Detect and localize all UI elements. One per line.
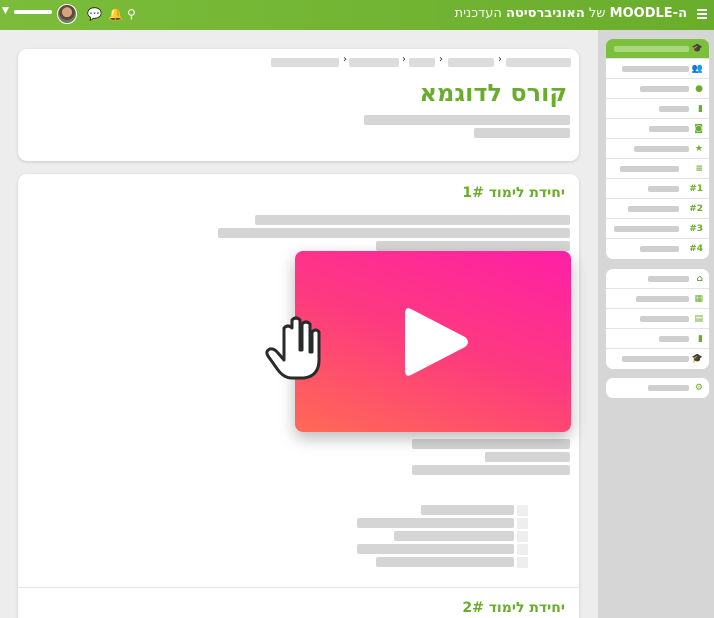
section-3-icon: #3 [689, 224, 703, 234]
breadcrumb-separator-icon: › [402, 54, 406, 65]
calendar-icon: ▤ [694, 314, 703, 324]
file-icon: ▮ [698, 104, 703, 114]
breadcrumb-item[interactable] [271, 58, 339, 67]
brand-bold: ה-MOODLE [609, 6, 687, 21]
sidebar-item-grades[interactable]: ★ [606, 139, 709, 159]
brand-univ: האוניברסיטה [506, 6, 585, 21]
sidebar-item-settings[interactable]: ⚙ [606, 378, 709, 398]
course-header-card: › › › › קורס לדוגמא [18, 49, 579, 161]
chat-icon[interactable]: 💬 [87, 7, 102, 21]
sidebar-admin-group: ⚙ [606, 378, 709, 398]
activity-item[interactable] [357, 544, 514, 554]
sidebar-course-group: 🎓 👥 ● ▮ ◙ ★ ≡ #1 #2 #3 #4 [606, 39, 709, 259]
sidebar-item-section-2[interactable]: #2 [606, 199, 709, 219]
completion-checkbox[interactable] [517, 557, 528, 568]
activity-item[interactable] [376, 557, 514, 567]
file-icon: ▮ [698, 334, 703, 344]
breadcrumb-separator-icon: › [498, 54, 502, 65]
breadcrumb-separator-icon: › [343, 54, 347, 65]
avatar[interactable] [57, 4, 77, 24]
sidebar-item-badges[interactable]: ● [606, 79, 709, 99]
breadcrumb-item[interactable] [448, 58, 494, 67]
graduation-cap-icon: 🎓 [691, 354, 703, 364]
breadcrumb-item[interactable] [349, 58, 399, 67]
activity-item[interactable] [421, 505, 514, 515]
section-4-icon: #4 [689, 244, 703, 254]
unit-text-line [255, 215, 570, 225]
badge-icon: ● [695, 84, 703, 94]
users-icon: 👥 [691, 64, 703, 74]
sidebar-item-general[interactable]: ≡ [606, 159, 709, 179]
breadcrumb: › › › › [18, 54, 579, 67]
brand-of: של [588, 6, 606, 21]
bell-icon[interactable]: 🔔 [108, 7, 123, 21]
sidebar-item-participants[interactable]: 👥 [606, 59, 709, 79]
unit-text-line [376, 241, 570, 251]
dashboard-icon: ▦ [694, 294, 703, 304]
sidebar-item-section-3[interactable]: #3 [606, 219, 709, 239]
sidebar-item-my-courses[interactable]: 🎓 [606, 349, 709, 369]
sidebar-item-course[interactable]: 🎓 [606, 39, 709, 59]
sidebar-site-group: ⌂ ▦ ▤ ▮ 🎓 [606, 269, 709, 369]
sidebar-item-calendar[interactable]: ▤ [606, 309, 709, 329]
unit-2-title[interactable]: יחידת לימוד 2# [462, 600, 565, 616]
course-summary-line [474, 128, 570, 138]
home-icon: ⌂ [696, 274, 703, 284]
completion-checkbox[interactable] [517, 544, 528, 555]
sidebar-item-dashboard[interactable]: ▦ [606, 289, 709, 309]
top-navbar: ה-MOODLE של האוניברסיטה העדכנית ▼ 💬 🔔 ⚲ [0, 0, 714, 30]
video-player[interactable] [295, 251, 571, 432]
chevron-down-icon[interactable]: ▼ [2, 6, 9, 16]
page-title: קורס לדוגמא [419, 79, 567, 107]
completion-checkbox[interactable] [517, 518, 528, 529]
unit-1-title[interactable]: יחידת לימוד 1# [462, 185, 565, 201]
activity-item[interactable] [394, 531, 514, 541]
completion-checkbox[interactable] [517, 531, 528, 542]
unit-text-line [412, 439, 570, 449]
hamburger-icon[interactable] [697, 9, 707, 19]
sidebar-item-forum[interactable]: ◙ [606, 119, 709, 139]
sidebar: 🎓 👥 ● ▮ ◙ ★ ≡ #1 #2 #3 #4 ⌂ ▦ ▤ ▮ 🎓 ⚙ [598, 30, 714, 618]
breadcrumb-item[interactable] [506, 58, 571, 67]
unit-text-line [485, 452, 570, 462]
activity-item[interactable] [357, 518, 514, 528]
gear-icon: ⚙ [694, 383, 703, 393]
sidebar-item-section-4[interactable]: #4 [606, 239, 709, 259]
list-icon: ≡ [695, 164, 703, 174]
section-1-icon: #1 [689, 184, 703, 194]
sidebar-item-home[interactable]: ⌂ [606, 269, 709, 289]
breadcrumb-separator-icon: › [439, 54, 443, 65]
brand-rest: העדכנית [454, 6, 502, 21]
course-summary-line [364, 115, 570, 125]
breadcrumb-item[interactable] [409, 58, 435, 67]
search-icon[interactable]: ⚲ [127, 7, 136, 21]
unit-text-line [218, 228, 570, 238]
chat-icon: ◙ [694, 124, 703, 134]
sidebar-item-private-files[interactable]: ▮ [606, 329, 709, 349]
sidebar-item-files[interactable]: ▮ [606, 99, 709, 119]
hand-cursor-icon [265, 316, 321, 380]
site-title[interactable]: ה-MOODLE של האוניברסיטה העדכנית [455, 6, 687, 21]
star-icon: ★ [694, 144, 703, 154]
completion-checkbox[interactable] [517, 505, 528, 516]
section-2-icon: #2 [689, 204, 703, 214]
unit-text-line [412, 465, 570, 475]
section-divider [18, 587, 579, 588]
graduation-cap-icon: 🎓 [691, 44, 703, 54]
play-icon[interactable] [399, 303, 471, 381]
user-name[interactable] [14, 10, 52, 14]
sidebar-item-section-1[interactable]: #1 [606, 179, 709, 199]
